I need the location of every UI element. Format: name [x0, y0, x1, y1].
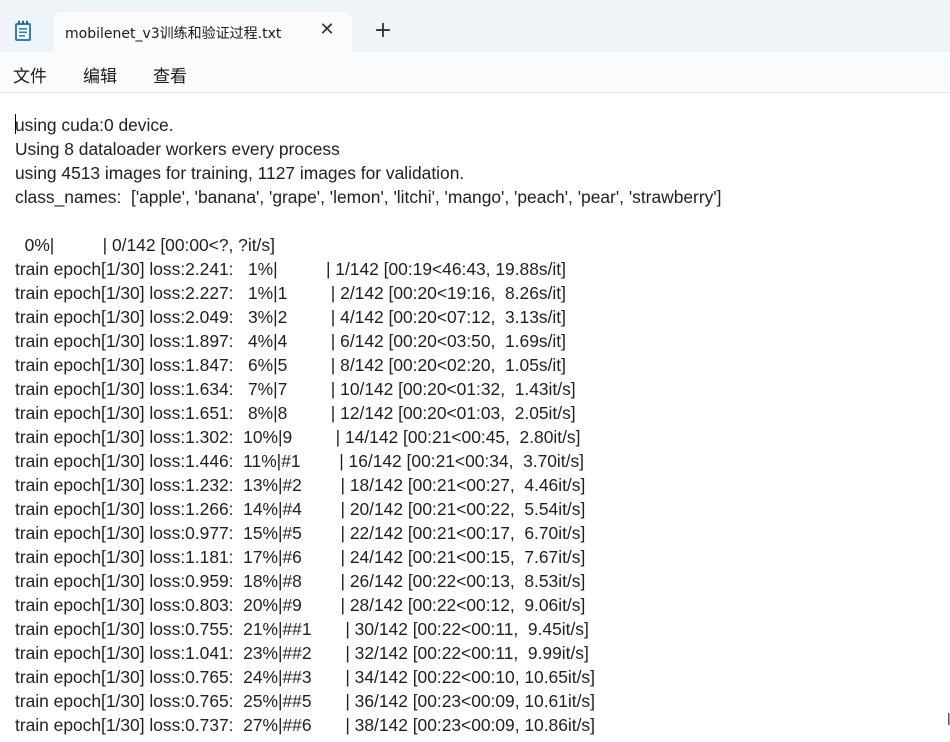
text-line: train epoch[1/30] loss:0.765: 24%|##3 | …	[15, 667, 595, 687]
text-line: train epoch[1/30] loss:1.651: 8%|8 | 12/…	[15, 403, 576, 423]
menu-bar: 文件 编辑 查看	[0, 52, 950, 93]
tab-active-file[interactable]: mobilenet_v3训练和验证过程.txt ✕	[54, 12, 352, 52]
text-line: using cuda:0 device.	[15, 115, 174, 135]
text-line: train epoch[1/30] loss:0.755: 21%|##1 | …	[15, 619, 589, 639]
text-line: 0%| | 0/142 [00:00<?, ?it/s]	[15, 235, 275, 255]
plus-icon[interactable]: +	[372, 20, 394, 42]
text-line: train epoch[1/30] loss:1.847: 6%|5 | 8/1…	[15, 355, 566, 375]
editor-lines: using cuda:0 device. Using 8 dataloader w…	[15, 113, 721, 737]
tab-title: mobilenet_v3训练和验证过程.txt	[65, 26, 282, 42]
text-line: train epoch[1/30] loss:0.765: 25%|##5 | …	[15, 691, 595, 711]
text-line: train epoch[1/30] loss:1.232: 13%|#2 | 1…	[15, 475, 586, 495]
close-icon[interactable]: ✕	[316, 19, 338, 41]
text-line: train epoch[1/30] loss:2.241: 1%| | 1/14…	[15, 259, 566, 279]
text-line: train epoch[1/30] loss:0.737: 27%|##6 | …	[15, 715, 595, 735]
text-line: train epoch[1/30] loss:1.302: 10%|9 | 14…	[15, 427, 581, 447]
text-line: train epoch[1/30] loss:1.266: 14%|#4 | 2…	[15, 499, 586, 519]
text-line: train epoch[1/30] loss:2.227: 1%|1 | 2/1…	[15, 283, 566, 303]
notepad-icon	[14, 20, 32, 42]
text-line	[15, 209, 721, 233]
text-line: train epoch[1/30] loss:1.446: 11%|#1 | 1…	[15, 451, 584, 471]
text-editor[interactable]: using cuda:0 device. Using 8 dataloader w…	[0, 93, 950, 742]
text-line: train epoch[1/30] loss:1.181: 17%|#6 | 2…	[15, 547, 586, 567]
scrollbar-thumb[interactable]	[945, 710, 950, 725]
text-line: train epoch[1/30] loss:0.803: 20%|#9 | 2…	[15, 595, 586, 615]
text-line: train epoch[1/30] loss:2.049: 3%|2 | 4/1…	[15, 307, 566, 327]
menu-view[interactable]: 查看	[153, 62, 187, 87]
menu-edit[interactable]: 编辑	[83, 62, 117, 87]
menu-file[interactable]: 文件	[13, 62, 47, 87]
text-line: train epoch[1/30] loss:1.634: 7%|7 | 10/…	[15, 379, 576, 399]
text-line: using 4513 images for training, 1127 ima…	[15, 163, 465, 183]
text-line: train epoch[1/30] loss:1.041: 23%|##2 | …	[15, 643, 589, 663]
text-line: train epoch[1/30] loss:0.977: 15%|#5 | 2…	[15, 523, 586, 543]
title-bar: mobilenet_v3训练和验证过程.txt ✕ +	[0, 0, 950, 52]
text-line: Using 8 dataloader workers every process	[15, 139, 340, 159]
text-line: class_names: ['apple', 'banana', 'grape'…	[15, 187, 722, 207]
text-line: train epoch[1/30] loss:0.959: 18%|#8 | 2…	[15, 571, 586, 591]
text-line: train epoch[1/30] loss:1.897: 4%|4 | 6/1…	[15, 331, 566, 351]
